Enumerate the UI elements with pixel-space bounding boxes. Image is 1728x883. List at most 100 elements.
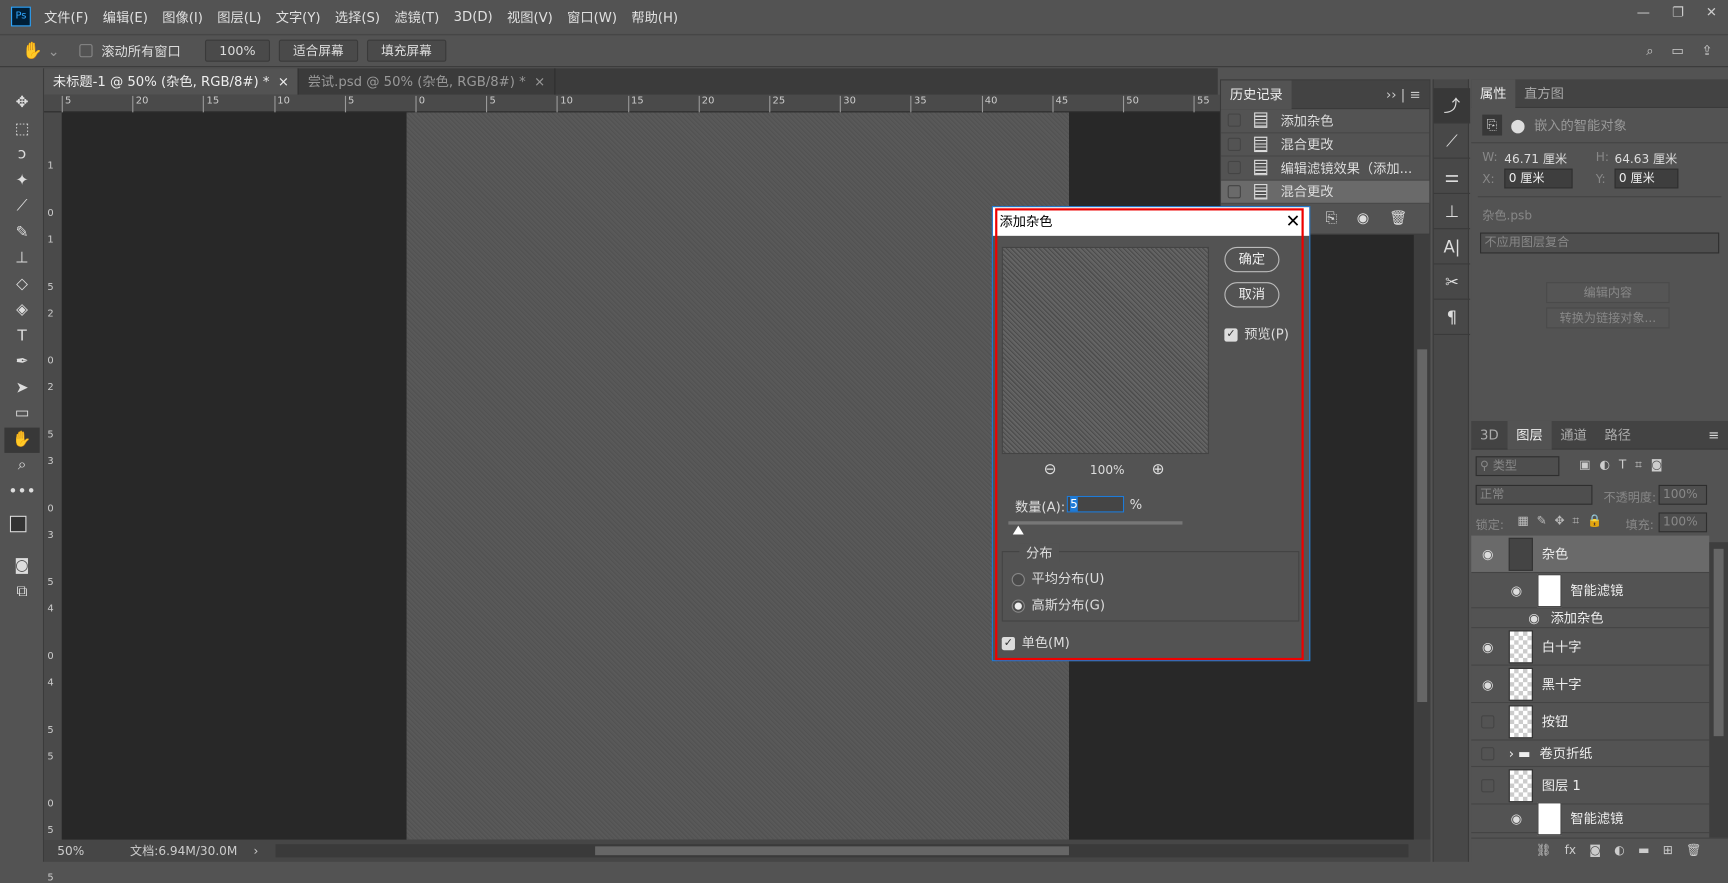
tools-preset-icon[interactable]: ✂: [1433, 264, 1471, 300]
adjustment-layer-icon[interactable]: ◐: [1614, 843, 1625, 857]
preview-checkbox[interactable]: ✓ 预览(P): [1224, 324, 1289, 343]
layers-scrollbar[interactable]: [1709, 542, 1728, 851]
menu-image[interactable]: 图像(I): [162, 7, 203, 26]
opacity-field[interactable]: 100%: [1658, 484, 1708, 505]
filter-type-select[interactable]: ⚲ 类型: [1475, 456, 1560, 477]
uniform-radio[interactable]: 平均分布(U): [1011, 569, 1104, 588]
delete-trash-icon[interactable]: 🗑: [1389, 210, 1407, 227]
zoom-tool-icon[interactable]: ⌕: [0, 453, 44, 479]
menu-layer[interactable]: 图层(L): [217, 7, 261, 26]
search-icon[interactable]: ⌕: [1646, 42, 1653, 59]
zoom-in-icon[interactable]: ⊕: [1152, 461, 1165, 479]
layer-row[interactable]: ◉ 添加杂色: [1471, 608, 1710, 629]
menu-3d[interactable]: 3D(D): [454, 9, 493, 24]
status-menu-arrow[interactable]: ›: [253, 844, 275, 858]
panel-menu-icon[interactable]: ≡: [1708, 427, 1719, 442]
fx-icon[interactable]: fx: [1565, 843, 1576, 857]
brush-settings-icon[interactable]: ⟋: [1433, 123, 1471, 159]
zoom-100-button[interactable]: 100%: [204, 39, 270, 62]
new-document-from-state-icon[interactable]: ⎘: [1325, 210, 1336, 227]
adjustments-icon[interactable]: ⚌: [1433, 159, 1471, 194]
menu-filter[interactable]: 滤镜(T): [394, 7, 439, 26]
layer-row[interactable]: ◉ 杂色: [1471, 535, 1710, 574]
tab-untitled-1[interactable]: 未标题-1 @ 50% (杂色, RGB/8#) * ×: [44, 68, 299, 95]
workspace-icon[interactable]: ▭: [1671, 42, 1684, 59]
history-brush-source-checkbox[interactable]: [1227, 184, 1241, 199]
blend-mode-select[interactable]: 正常: [1475, 484, 1593, 505]
add-mask-icon[interactable]: ◙: [1589, 843, 1601, 857]
noise-preview[interactable]: [1001, 246, 1209, 455]
history-brush-source-checkbox[interactable]: [1227, 137, 1241, 151]
layer-row[interactable]: 按钮: [1471, 703, 1710, 741]
tab-channels[interactable]: 通道: [1552, 420, 1596, 449]
menu-help[interactable]: 帮助(H): [631, 7, 678, 26]
color-swatches-icon[interactable]: [0, 505, 44, 553]
history-item[interactable]: 编辑滤镜效果（添加...: [1221, 156, 1430, 181]
menu-select[interactable]: 选择(S): [335, 7, 380, 26]
screen-mode-icon[interactable]: ⧉: [0, 579, 44, 605]
history-item[interactable]: 添加杂色: [1221, 109, 1430, 133]
character-icon[interactable]: A|: [1433, 229, 1471, 265]
quick-mask-icon[interactable]: ◙: [0, 553, 44, 579]
move-tool-icon[interactable]: ✥: [0, 90, 44, 116]
eyedropper-tool-icon[interactable]: ⟋: [0, 194, 44, 220]
history-item[interactable]: 混合更改: [1221, 180, 1430, 204]
visibility-eye-icon[interactable]: ◉: [1518, 610, 1551, 625]
snapshot-camera-icon[interactable]: ◉: [1357, 210, 1370, 227]
close-icon[interactable]: ✕: [1286, 207, 1301, 236]
height-value[interactable]: 64.63 厘米: [1614, 150, 1677, 168]
amount-slider-handle[interactable]: [1012, 525, 1024, 535]
history-item[interactable]: 混合更改: [1221, 133, 1430, 157]
menu-file[interactable]: 文件(F): [44, 7, 88, 26]
visibility-eye-icon[interactable]: ◉: [1471, 639, 1504, 654]
minimize-button[interactable]: —: [1637, 0, 1650, 24]
tab-paths[interactable]: 路径: [1596, 420, 1640, 449]
tab-try-psd[interactable]: 尝试.psd @ 50% (杂色, RGB/8#) * ×: [299, 68, 556, 95]
hand-tool-icon[interactable]: ✋: [4, 427, 40, 453]
convert-to-linked-button[interactable]: 转换为链接对象...: [1546, 307, 1670, 329]
share-icon[interactable]: ⇪: [1701, 42, 1712, 59]
cancel-button[interactable]: 取消: [1224, 282, 1280, 308]
visibility-eye-icon[interactable]: ◉: [1471, 546, 1504, 561]
brush-tool-icon[interactable]: ✎: [0, 220, 44, 246]
lasso-tool-icon[interactable]: ↄ: [0, 142, 44, 168]
tab-properties[interactable]: 属性: [1471, 78, 1516, 108]
close-tab-icon[interactable]: ×: [278, 74, 289, 89]
layer-row[interactable]: 图层 1: [1471, 767, 1710, 805]
close-window-button[interactable]: ✕: [1706, 0, 1717, 24]
new-group-icon[interactable]: ▬: [1638, 843, 1649, 857]
magic-wand-tool-icon[interactable]: ✦: [0, 168, 44, 194]
filter-icons[interactable]: ▣◐T⌗◙: [1579, 457, 1671, 472]
layer-row[interactable]: ◉ 白十字: [1471, 628, 1710, 666]
restore-button[interactable]: ❐: [1672, 0, 1684, 24]
visibility-eye-icon[interactable]: ◉: [1500, 811, 1533, 826]
amount-input[interactable]: 5: [1066, 495, 1125, 513]
tab-3d[interactable]: 3D: [1471, 420, 1507, 449]
gaussian-radio[interactable]: 高斯分布(G): [1011, 595, 1105, 614]
tab-layers[interactable]: 图层: [1507, 420, 1552, 450]
type-tool-icon[interactable]: T: [0, 323, 44, 349]
fill-field[interactable]: 100%: [1658, 512, 1708, 533]
zoom-level[interactable]: 50%: [44, 844, 110, 858]
rectangle-tool-icon[interactable]: ▭: [0, 401, 44, 427]
fill-screen-button[interactable]: 填充屏幕: [366, 39, 447, 62]
width-value[interactable]: 46.71 厘米: [1504, 150, 1567, 168]
more-tools-icon[interactable]: •••: [0, 479, 44, 505]
layer-row[interactable]: › ▬ 卷页折纸: [1471, 741, 1710, 768]
paint-bucket-tool-icon[interactable]: ◈: [0, 298, 44, 324]
tab-histogram[interactable]: 直方图: [1515, 79, 1572, 108]
hand-tool-icon[interactable]: ✋ ⌄: [22, 41, 59, 61]
link-icon[interactable]: ⛓: [1536, 843, 1551, 857]
y-field[interactable]: 0 厘米: [1614, 168, 1679, 189]
history-brush-source-checkbox[interactable]: [1227, 113, 1241, 128]
menu-edit[interactable]: 编辑(E): [103, 7, 148, 26]
visibility-eye-icon[interactable]: ◉: [1471, 676, 1504, 691]
panel-menu-icon[interactable]: ›› | ≡: [1386, 87, 1421, 102]
history-brush-source-checkbox[interactable]: [1227, 161, 1241, 175]
visibility-eye-icon[interactable]: ◉: [1500, 582, 1533, 597]
marquee-tool-icon[interactable]: ⬚: [0, 116, 44, 142]
document-canvas[interactable]: [406, 112, 1069, 840]
new-layer-icon[interactable]: ⊞: [1663, 843, 1673, 857]
lock-icons[interactable]: ▦✎✥⌗🔒: [1518, 514, 1610, 529]
stamp-tool-icon[interactable]: ⊥: [0, 246, 44, 272]
